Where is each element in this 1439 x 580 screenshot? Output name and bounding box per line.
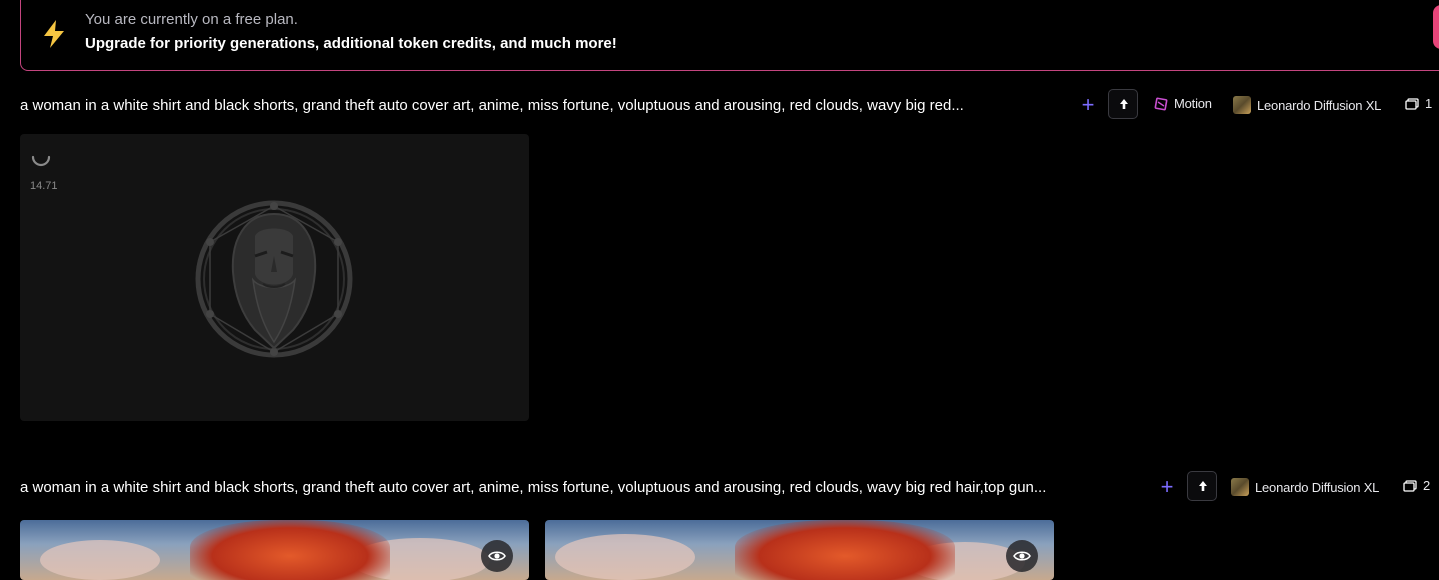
upgrade-text: Upgrade for priority generations, additi… <box>85 35 617 52</box>
image-count: 2 <box>1403 478 1430 493</box>
model-thumbnail <box>1233 96 1251 114</box>
motion-tag[interactable]: Motion <box>1154 96 1212 111</box>
upgrade-button[interactable] <box>1433 5 1439 49</box>
motion-label: Motion <box>1174 96 1212 111</box>
free-plan-text: You are currently on a free plan. <box>85 11 298 28</box>
view-button[interactable] <box>481 540 513 572</box>
leonardo-logo-icon <box>195 200 353 358</box>
generated-image[interactable] <box>20 520 529 580</box>
view-button[interactable] <box>1006 540 1038 572</box>
image-stack-icon <box>1405 97 1419 110</box>
generation-timer: 14.71 <box>30 180 58 192</box>
prompt-text[interactable]: a woman in a white shirt and black short… <box>20 479 1046 496</box>
spinner-icon <box>31 155 51 167</box>
image-stack-icon <box>1403 479 1417 492</box>
lightning-icon <box>44 20 64 48</box>
add-prompt-button[interactable]: + <box>1077 94 1099 116</box>
model-label: Leonardo Diffusion XL <box>1255 479 1380 495</box>
motion-icon <box>1154 97 1168 110</box>
generated-image[interactable] <box>545 520 1054 580</box>
upscale-button[interactable] <box>1187 471 1217 501</box>
model-thumbnail <box>1231 478 1249 496</box>
image-subject <box>735 520 955 580</box>
eye-icon <box>1013 551 1031 561</box>
upscale-button[interactable] <box>1108 89 1138 119</box>
model-tag[interactable]: Leonardo Diffusion XL <box>1231 478 1379 496</box>
upgrade-banner: You are currently on a free plan. Upgrad… <box>20 0 1439 71</box>
model-label: Leonardo Diffusion XL <box>1257 97 1382 113</box>
generation-header: a woman in a white shirt and black short… <box>20 89 1439 123</box>
generating-placeholder: 14.71 <box>20 134 529 421</box>
model-tag[interactable]: Leonardo Diffusion XL <box>1233 96 1381 114</box>
image-count-value: 2 <box>1423 478 1431 493</box>
image-count-value: 1 <box>1425 96 1433 111</box>
generation-header: a woman in a white shirt and black short… <box>20 471 1439 505</box>
image-subject <box>190 520 390 580</box>
eye-icon <box>488 551 506 561</box>
prompt-text[interactable]: a woman in a white shirt and black short… <box>20 97 964 114</box>
add-prompt-button[interactable]: + <box>1156 476 1178 498</box>
image-count: 1 <box>1405 96 1432 111</box>
arrow-up-icon <box>1199 481 1207 491</box>
arrow-up-icon <box>1120 99 1128 109</box>
